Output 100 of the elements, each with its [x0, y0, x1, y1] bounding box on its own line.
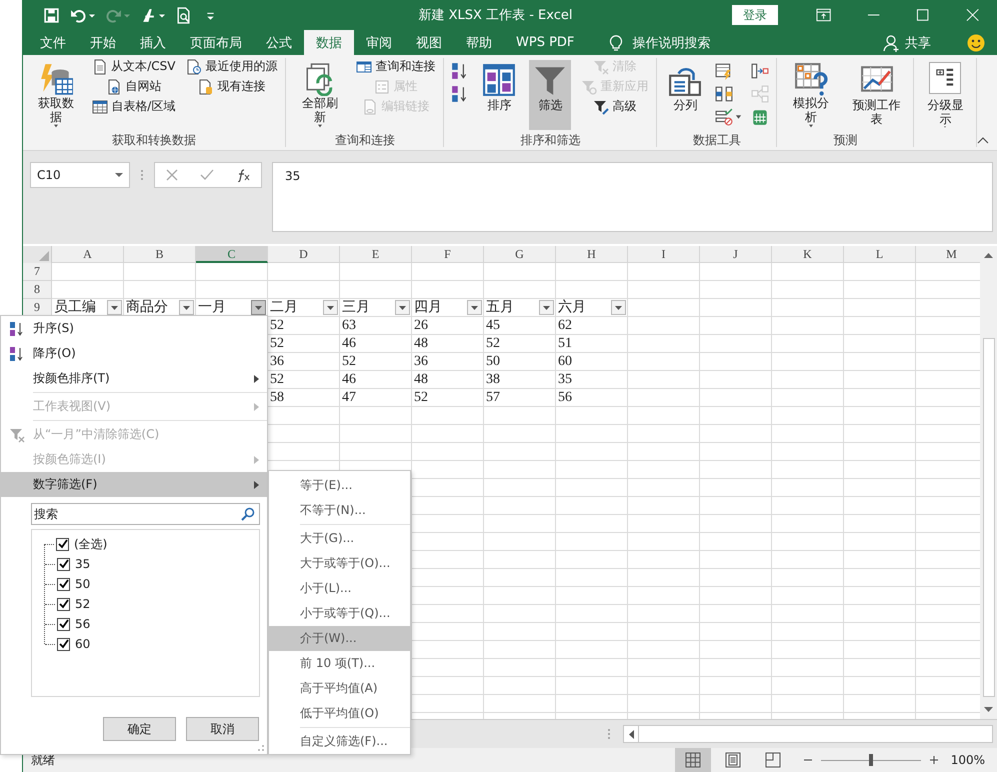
ribbon-button[interactable]: 最近使用的源: [184, 58, 280, 75]
ribbon-tab[interactable]: 帮助: [454, 30, 504, 55]
column-header[interactable]: J: [700, 246, 772, 263]
column-header[interactable]: G: [484, 246, 556, 263]
ribbon-button[interactable]: 筛选: [529, 60, 572, 130]
checkbox[interactable]: [57, 558, 70, 570]
filter-dropdown-button[interactable]: [107, 300, 122, 315]
scroll-left-icon[interactable]: [628, 730, 634, 738]
ribbon-button[interactable]: 分级显示: [918, 60, 972, 130]
ribbon-tab[interactable]: 审阅: [354, 30, 404, 55]
ribbon-button[interactable]: 全部刷新: [293, 60, 346, 130]
ribbon-button[interactable]: 现有连接: [196, 78, 268, 95]
ribbon-button[interactable]: 预测工作表: [846, 60, 906, 130]
check-icon[interactable]: [200, 168, 214, 182]
ribbon-button[interactable]: 从文本/CSV: [90, 58, 178, 75]
resize-grip-icon[interactable]: [257, 744, 265, 752]
ribbon-button[interactable]: 分列: [664, 60, 706, 130]
ribbon-button[interactable]: 高级: [591, 98, 638, 115]
column-header[interactable]: A: [52, 246, 124, 263]
vertical-scrollbar[interactable]: [980, 246, 997, 719]
smiley-icon[interactable]: [967, 34, 985, 52]
column-header[interactable]: D: [268, 246, 340, 263]
column-header[interactable]: F: [412, 246, 484, 263]
checkbox[interactable]: [56, 538, 69, 550]
menu-item[interactable]: 介于(W)...: [269, 626, 410, 651]
ribbon-tab[interactable]: 视图: [404, 30, 454, 55]
menu-item[interactable]: 大于或等于(O)...: [269, 551, 410, 576]
ribbon-display-icon[interactable]: [816, 8, 832, 22]
ribbon-tab[interactable]: 数据: [304, 30, 354, 55]
value-label[interactable]: 60: [75, 637, 90, 651]
row-header[interactable]: 8: [23, 281, 52, 299]
filter-dropdown-button[interactable]: [539, 300, 554, 315]
menu-item[interactable]: 小于或等于(Q)...: [269, 601, 410, 626]
ribbon-tab[interactable]: 公式: [254, 30, 304, 55]
ribbon-button[interactable]: 查询和连接: [354, 58, 438, 75]
ribbon-tab[interactable]: 页面布局: [178, 30, 254, 55]
filter-dropdown-button[interactable]: [251, 300, 266, 315]
filter-dropdown-button[interactable]: [323, 300, 338, 315]
scroll-down-icon[interactable]: [984, 707, 993, 713]
name-box[interactable]: C10: [30, 162, 130, 188]
save-icon[interactable]: [43, 6, 60, 24]
search-field[interactable]: 搜索: [31, 503, 260, 525]
maximize-icon[interactable]: [916, 8, 930, 22]
menu-item[interactable]: 高于平均值(A): [269, 676, 410, 701]
zoom-in-icon[interactable]: [928, 755, 939, 765]
value-label[interactable]: (全选): [74, 536, 108, 552]
ribbon-button[interactable]: 获取数据: [30, 60, 82, 130]
value-label[interactable]: 50: [75, 577, 90, 591]
sign-in-button[interactable]: 登录: [732, 5, 778, 25]
ribbon-tab[interactable]: WPS PDF: [504, 30, 586, 55]
ribbon-tab[interactable]: 开始: [78, 30, 128, 55]
filter-dropdown-button[interactable]: [395, 300, 410, 315]
row-header[interactable]: 7: [23, 263, 52, 281]
column-header[interactable]: K: [772, 246, 844, 263]
menu-item[interactable]: 按颜色排序(T): [1, 366, 267, 391]
checkbox[interactable]: [57, 618, 70, 630]
ribbon-tab[interactable]: 插入: [128, 30, 178, 55]
horizontal-scrollbar[interactable]: [623, 725, 993, 743]
menu-item[interactable]: 低于平均值(O): [269, 701, 410, 726]
cancel-button[interactable]: 取消: [186, 717, 259, 741]
value-label[interactable]: 35: [75, 557, 90, 571]
filter-dropdown-button[interactable]: [179, 300, 194, 315]
ok-button[interactable]: 确定: [103, 717, 176, 741]
ribbon-tab[interactable]: 文件: [28, 30, 78, 55]
menu-item[interactable]: 小于(L)...: [269, 576, 410, 601]
checkbox[interactable]: [57, 578, 70, 590]
ribbon-button[interactable]: 自表格/区域: [90, 98, 178, 115]
menu-item[interactable]: 升序(S): [1, 316, 267, 341]
collapse-ribbon-icon[interactable]: [977, 136, 990, 144]
value-label[interactable]: 52: [75, 597, 90, 611]
ribbon-button[interactable]: 模拟分析: [784, 60, 838, 130]
column-header[interactable]: I: [628, 246, 700, 263]
column-header[interactable]: C: [196, 246, 268, 263]
column-header[interactable]: H: [556, 246, 628, 263]
menu-item[interactable]: 数字筛选(F): [1, 472, 267, 497]
column-header[interactable]: M: [916, 246, 980, 263]
column-header[interactable]: E: [340, 246, 412, 263]
person-icon[interactable]: [883, 34, 901, 52]
filter-dropdown-button[interactable]: [611, 300, 626, 315]
menu-item[interactable]: 不等于(N)...: [269, 498, 410, 523]
share-button[interactable]: 共享: [905, 34, 931, 52]
checkbox[interactable]: [57, 638, 70, 650]
ribbon-button[interactable]: 排序: [478, 60, 520, 130]
menu-item[interactable]: 前 10 项(T)...: [269, 651, 410, 676]
close-icon[interactable]: [966, 8, 979, 22]
formula-field[interactable]: 35: [272, 162, 993, 232]
filter-dropdown-button[interactable]: [467, 300, 482, 315]
view-button[interactable]: [674, 748, 711, 772]
menu-item[interactable]: 等于(E)...: [269, 473, 410, 498]
ribbon-button[interactable]: 自网站: [104, 78, 164, 95]
menu-item[interactable]: 大于(G)...: [269, 526, 410, 551]
lightbulb-icon[interactable]: [608, 34, 624, 52]
menu-item[interactable]: 自定义筛选(F)...: [269, 729, 410, 754]
column-header[interactable]: L: [844, 246, 916, 263]
value-label[interactable]: 56: [75, 617, 90, 631]
print-preview-icon[interactable]: [175, 6, 192, 24]
scroll-up-icon[interactable]: [984, 252, 993, 258]
column-header[interactable]: B: [124, 246, 196, 263]
checkbox[interactable]: [57, 598, 70, 610]
tell-me-search[interactable]: 操作说明搜索: [632, 34, 710, 52]
